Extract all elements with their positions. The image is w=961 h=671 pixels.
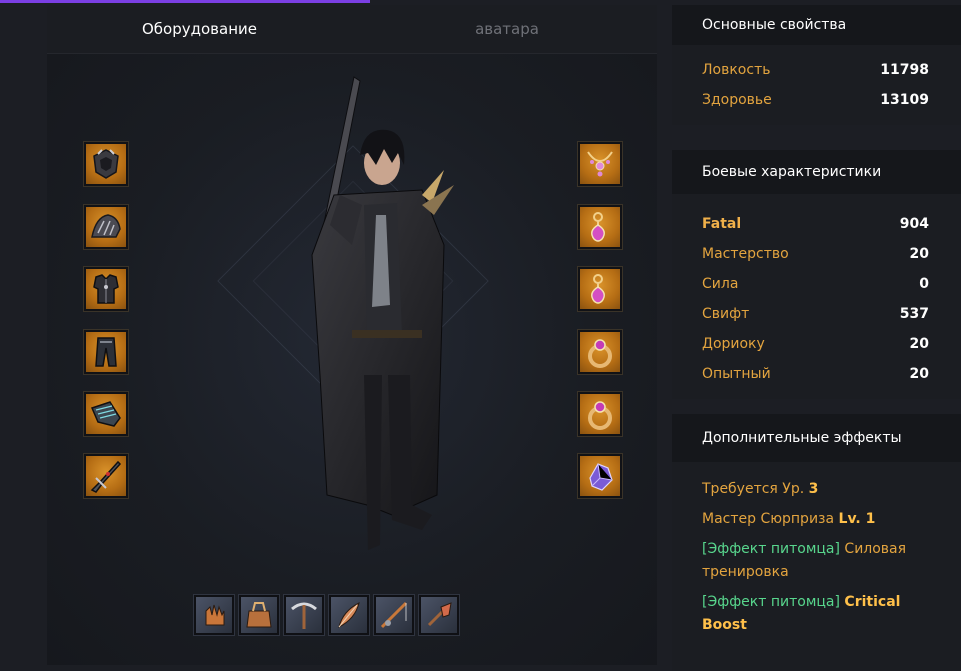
- slot-chest[interactable]: [83, 266, 129, 312]
- stat-value: 0: [919, 276, 929, 292]
- slot-earring-1[interactable]: [577, 204, 623, 250]
- stat-row: Мастерство 20: [672, 239, 961, 269]
- stat-label: Fatal: [702, 216, 742, 232]
- effect-line: Мастер Сюрприза Lv. 1: [672, 508, 961, 531]
- slot-ring-1[interactable]: [577, 329, 623, 375]
- stat-row: Свифт 537: [672, 299, 961, 329]
- stat-value: 20: [909, 366, 929, 382]
- earring-icon: [591, 274, 605, 304]
- feather-icon: [338, 602, 360, 628]
- gathering-glove-icon: [205, 604, 225, 626]
- stat-value: 537: [899, 306, 929, 322]
- pet-effect-tag: [Эффект питомца]: [702, 541, 840, 557]
- slot-necklace[interactable]: [577, 141, 623, 187]
- bottom-slot-4[interactable]: [328, 594, 370, 636]
- stat-row: Дориоку 20: [672, 329, 961, 359]
- stat-label: Опытный: [702, 366, 771, 382]
- stat-row: Здоровье 13109: [672, 85, 961, 115]
- equipment-panel: Оборудование аватара: [47, 5, 657, 665]
- gloves-icon: [90, 401, 121, 427]
- shoulder-armor-icon: [91, 214, 121, 238]
- stat-value: 11798: [880, 62, 929, 78]
- bottom-slot-3[interactable]: [283, 594, 325, 636]
- ring-icon: [588, 339, 612, 368]
- effect-text: Мастер Сюрприза: [702, 511, 835, 527]
- slot-ring-2[interactable]: [577, 391, 623, 437]
- combat-stats-title: Боевые характеристики: [672, 150, 961, 194]
- stat-value: 13109: [880, 92, 929, 108]
- stat-label: Ловкость: [702, 62, 771, 78]
- bottom-slot-1[interactable]: [193, 594, 235, 636]
- basic-properties-title: Основные свойства: [672, 5, 961, 45]
- fishing-rod-icon: [380, 601, 408, 629]
- tab-avatar[interactable]: аватара: [387, 5, 627, 53]
- slot-earring-2[interactable]: [577, 266, 623, 312]
- top-progress-accent: [0, 0, 370, 3]
- stat-value: 20: [909, 246, 929, 262]
- slot-gloves[interactable]: [83, 391, 129, 437]
- weapon-icon: [90, 460, 122, 493]
- necklace-icon: [587, 151, 613, 177]
- helmet-icon: [93, 149, 119, 179]
- stat-label: Дориоку: [702, 336, 765, 352]
- bottom-slot-6[interactable]: [418, 594, 460, 636]
- effect-line: Требуется Ур. 3: [672, 478, 961, 501]
- effect-value: Lv. 1: [838, 511, 876, 527]
- pet-effect-tag: [Эффект питомца]: [702, 594, 840, 610]
- stat-label: Здоровье: [702, 92, 772, 108]
- combat-stats-panel: Боевые характеристики Fatal 904 Мастерст…: [672, 150, 961, 399]
- slot-pants[interactable]: [83, 329, 129, 375]
- stat-row: Опытный 20: [672, 359, 961, 389]
- chest-armor-icon: [93, 274, 119, 304]
- stat-label: Свифт: [702, 306, 750, 322]
- bottom-slot-5[interactable]: [373, 594, 415, 636]
- additional-effects-panel: Дополнительные эффекты Требуется Ур. 3 М…: [672, 414, 961, 671]
- pants-icon: [95, 337, 117, 367]
- basic-properties-panel: Основные свойства Ловкость 11798 Здоровь…: [672, 5, 961, 125]
- slot-shoulder[interactable]: [83, 204, 129, 250]
- earring-icon: [591, 212, 605, 242]
- effect-line: [Эффект питомца] Силовая тренировка: [672, 538, 961, 584]
- slot-crystal[interactable]: [577, 453, 623, 499]
- crystal-icon: [589, 463, 613, 491]
- shovel-icon: [427, 602, 452, 627]
- effect-value: 3: [808, 481, 819, 497]
- effect-line: [Эффект питомца] Critical Boost: [672, 591, 961, 637]
- stat-row: Ловкость 11798: [672, 55, 961, 85]
- stat-row: Fatal 904: [672, 209, 961, 239]
- additional-effects-title: Дополнительные эффекты: [672, 414, 961, 462]
- tab-bar: Оборудование аватара: [47, 5, 657, 54]
- stat-row: Сила 0: [672, 269, 961, 299]
- stat-label: Сила: [702, 276, 739, 292]
- tab-equipment[interactable]: Оборудование: [82, 5, 317, 53]
- stat-value: 20: [909, 336, 929, 352]
- slot-weapon[interactable]: [83, 453, 129, 499]
- stat-label: Мастерство: [702, 246, 789, 262]
- bag-icon: [246, 602, 272, 628]
- effect-text: Требуется Ур.: [702, 481, 805, 497]
- stat-value: 904: [899, 216, 929, 232]
- pickaxe-icon: [291, 602, 317, 629]
- bottom-slot-2[interactable]: [238, 594, 280, 636]
- character-avatar: [311, 76, 454, 550]
- ring-icon: [588, 401, 612, 430]
- slot-helmet[interactable]: [83, 141, 129, 187]
